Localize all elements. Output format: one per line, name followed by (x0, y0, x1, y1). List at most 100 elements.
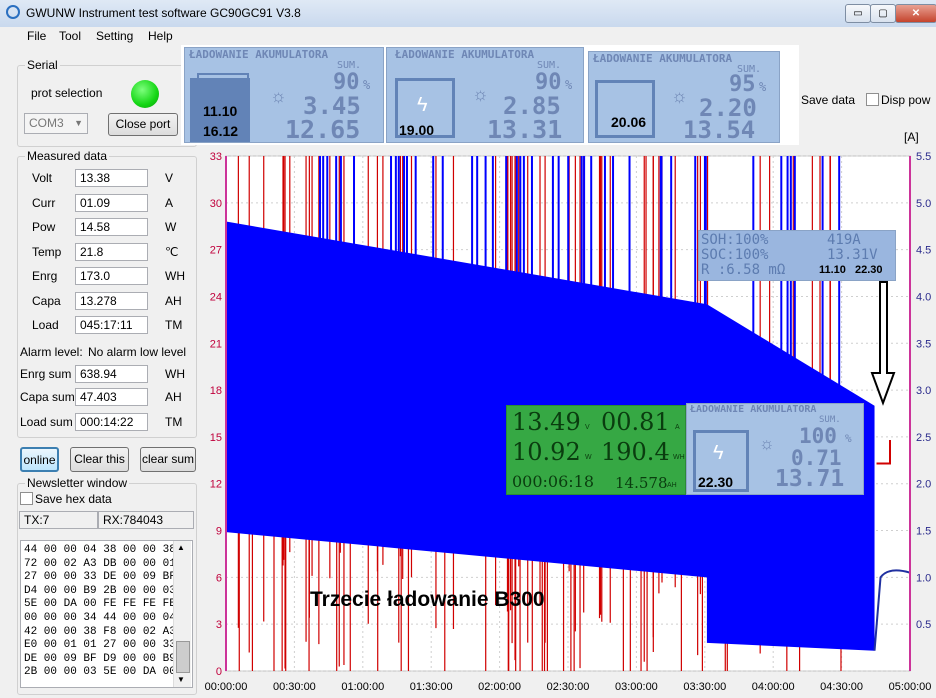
lightning-icon: ϟ (417, 94, 428, 116)
meter-amp-unit: A (675, 424, 680, 431)
port-select[interactable]: COM3 ▼ (24, 113, 88, 134)
meter-ah-unit: AH (667, 482, 677, 489)
y-left-tick-label: 3 (216, 619, 222, 631)
hex-line: 27 00 00 33 DE 00 09 BF (24, 571, 176, 584)
save-hex-checkbox[interactable] (20, 492, 33, 505)
hex-scrollbar[interactable]: ▲ ▼ (173, 541, 191, 687)
hex-line: 72 00 02 A3 DB 00 00 01 (24, 557, 176, 570)
tx-counter: TX:7 (19, 511, 98, 529)
online-button[interactable]: online (20, 447, 59, 472)
y-right-tick-label: 1.0 (916, 572, 931, 584)
hex-line: 00 00 00 34 44 00 00 04 (24, 611, 176, 624)
capa-label: Capa (32, 294, 61, 308)
y-left-tick-label: 9 (216, 526, 222, 538)
photo-time-1: 22.30 (698, 474, 734, 490)
measured-data-label: Measured data (25, 149, 110, 163)
hex-line: 44 00 00 04 38 00 00 38 (24, 544, 176, 556)
lcd-volts: 13.54 (683, 116, 756, 144)
curr-field: 01.09 (75, 194, 148, 212)
menu-tool[interactable]: Tool (59, 29, 81, 43)
maximize-button[interactable]: ▢ (870, 4, 896, 23)
photo-time-2: 16.12 (203, 123, 239, 139)
capa-sum-unit: AH (165, 390, 182, 404)
clear-this-button[interactable]: Clear this (70, 447, 129, 472)
y-left-tick-label: 24 (210, 291, 222, 303)
load-sum-label: Load sum (20, 415, 73, 429)
x-tick-label: 04:00:00 (752, 681, 795, 693)
lcd-percent: 100 (799, 424, 837, 448)
y-left-tick-label: 27 (210, 245, 222, 257)
load-unit: TM (165, 318, 183, 332)
menu-setting[interactable]: Setting (96, 29, 133, 43)
x-tick-label: 01:00:00 (341, 681, 384, 693)
lcd-photo-3: ŁADOWANIE AKUMULATORA SUM. ☼ 95 % 2.20 1… (588, 51, 780, 144)
hex-line: 5E 00 DA 00 FE FE FE FE (24, 598, 176, 611)
app-icon (6, 5, 20, 19)
minimize-button[interactable]: ▭ (845, 4, 871, 23)
y-right-tick-label: 5.5 (916, 151, 931, 163)
meter-ah: 14.578 (615, 474, 668, 492)
meter-time: 000:06:18 (512, 472, 595, 491)
meter-volts: 13.49 (512, 408, 581, 436)
meter-wh-unit: WH (673, 454, 685, 461)
hex-line: 2B 00 00 03 5E 00 DA 00 (24, 666, 176, 679)
x-tick-label: 00:30:00 (273, 681, 316, 693)
clear-sum-button[interactable]: clear sum (140, 447, 196, 472)
hex-line: D4 00 00 B9 2B 00 00 03 (24, 584, 176, 597)
enrg-sum-unit: WH (165, 367, 185, 381)
lcd-photo-1: ŁADOWANIE AKUMULATORA SUM. ☼ 90 % 3.45 1… (184, 47, 384, 144)
green-meter-panel: 13.49 V 00.81 A 10.92 W 190.4 WH 000:06:… (506, 405, 686, 495)
scroll-down-icon[interactable]: ▼ (177, 675, 185, 684)
close-button[interactable]: ✕ (895, 4, 936, 23)
alarm-level-value: No alarm low level (88, 345, 187, 359)
sun-icon: ☼ (671, 86, 688, 106)
percent-icon: % (363, 78, 371, 92)
y-right-tick-label: 4.5 (916, 245, 931, 257)
lcd-volts: 12.65 (285, 115, 361, 144)
y-right-tick-label: 4.0 (916, 291, 931, 303)
disp-pow-label[interactable]: Disp pow (881, 93, 930, 107)
lcd-volts: 13.71 (775, 466, 845, 492)
serial-group-label: Serial (25, 58, 60, 72)
hex-line: DE 00 09 BF D9 00 00 B9 (24, 652, 176, 665)
chevron-down-icon: ▼ (74, 118, 83, 128)
sun-icon: ☼ (270, 86, 287, 106)
chart-caption: Trzecie ładowanie B300 (310, 588, 545, 611)
y-left-tick-label: 6 (216, 572, 222, 584)
enrg-sum-label: Enrg sum (20, 367, 72, 381)
load-sum-unit: TM (165, 415, 183, 429)
x-tick-label: 04:30:00 (820, 681, 863, 693)
y-right-tick-label: 3.5 (916, 338, 931, 350)
y-right-tick-label: 2.0 (916, 479, 931, 491)
temp-unit: ℃ (165, 245, 179, 259)
scroll-thumb[interactable] (176, 641, 190, 673)
left-axis-ticks: 0 3 6 9 12 15 18 21 24 27 30 33 (210, 151, 222, 678)
hex-line: E0 00 01 01 27 00 00 33 (24, 639, 176, 652)
soh-time-2: 22.30 (855, 264, 883, 276)
enrg-label: Enrg (32, 269, 58, 283)
curr-unit: A (165, 196, 174, 210)
hex-output[interactable]: 44 00 00 04 38 00 00 38 72 00 02 A3 DB 0… (20, 540, 193, 688)
battery-cap-icon (197, 73, 249, 85)
enrg-field: 173.0 (75, 267, 148, 285)
soc-volts: 13.31V (827, 247, 878, 263)
percent-icon: % (759, 80, 767, 94)
menu-file[interactable]: File (27, 29, 46, 43)
port-select-value: COM3 (29, 116, 64, 130)
temp-field: 21.8 (75, 243, 148, 261)
sun-icon: ☼ (472, 84, 489, 104)
lcd-header: ŁADOWANIE AKUMULATORA (189, 48, 329, 61)
lcd-soh-panel: SOH:100% 419A SOC:100% 13.31V R :6.58 mΩ… (698, 230, 896, 281)
lcd-header: ŁADOWANIE AKUMULATORA (690, 404, 817, 415)
disp-pow-checkbox[interactable] (866, 93, 879, 106)
close-port-button[interactable]: Close port (108, 113, 178, 136)
window-title: GWUNW Instrument test software GC90GC91 … (26, 6, 301, 20)
menu-bar (0, 27, 936, 45)
y-left-tick-label: 21 (210, 338, 222, 350)
scroll-up-icon[interactable]: ▲ (177, 543, 185, 552)
enrg-unit: WH (165, 269, 185, 283)
menu-help[interactable]: Help (148, 29, 173, 43)
save-hex-label: Save hex data (35, 492, 112, 506)
y-right-tick-label: 5.0 (916, 198, 931, 210)
save-data-label[interactable]: Save data (801, 93, 855, 107)
